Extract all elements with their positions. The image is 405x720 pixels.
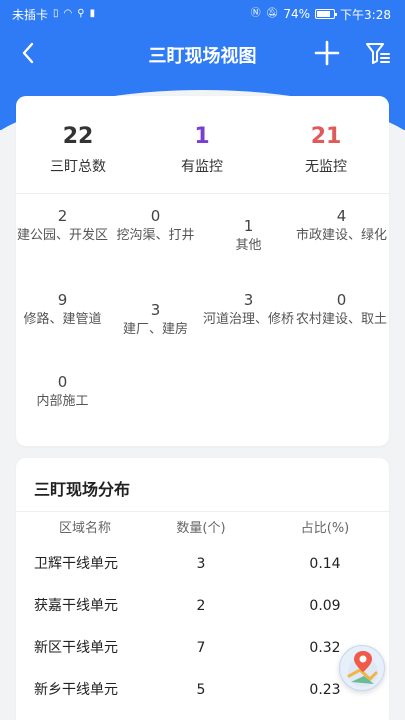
map-location-icon[interactable] [339,645,385,691]
cell-region: 卫辉干线单元 [34,556,118,572]
category-item[interactable]: 9 修路、建管道 [16,290,109,329]
divider [16,511,389,512]
summary-stats: 22 三盯总数 1 有监控 21 无监控 [16,96,389,194]
category-name: 挖沟渠、打井 [116,228,195,243]
cell-region: 获嘉干线单元 [34,598,118,614]
stat-unmonitored-label: 无监控 [305,159,347,175]
category-item[interactable]: 0 挖沟渠、打井 [109,206,202,245]
category-name: 建厂、建房 [122,322,188,337]
mute-icon: 🔕︎ [265,8,279,19]
category-item[interactable]: 0 内部施工 [16,372,109,411]
stat-unmonitored[interactable]: 21 无监控 [264,124,388,176]
sim-icon: ▯ [53,8,59,19]
category-count: 3 [150,301,161,319]
table-row[interactable]: 新乡干线单元 5 0.23 [16,670,389,710]
category-name: 内部施工 [36,394,89,409]
distribution-card: 三盯现场分布 区域名称 数量(个) 占比(%) 卫辉干线单元 3 0.14 获嘉… [16,458,389,720]
stat-total-value: 22 [62,124,94,149]
stat-monitored-label: 有监控 [181,159,223,175]
category-count: 0 [150,207,161,225]
category-name: 修路、建管道 [23,312,102,327]
filter-icon[interactable] [364,39,392,67]
category-item[interactable]: 3 河道治理、修桥 [202,290,295,329]
cell-ratio: 0.14 [309,556,341,572]
table-row[interactable]: 获嘉干线单元 2 0.09 [16,586,389,626]
cell-count: 2 [196,598,206,614]
category-count: 2 [57,207,68,225]
status-right: Ⓝ 🔕︎ 74% 下午3:28 [251,6,391,23]
category-item[interactable]: 4 市政建设、绿化 [295,206,388,245]
category-count: 1 [243,217,254,235]
stat-monitored[interactable]: 1 有监控 [140,124,264,176]
battery-saver-icon: ▮ [89,8,96,19]
battery-icon [315,9,338,19]
category-name: 建公园、开发区 [16,228,108,243]
category-count: 3 [243,291,254,309]
page-title: 三盯现场视图 [148,46,257,67]
category-count: 9 [57,291,68,309]
stat-monitored-value: 1 [194,124,210,149]
battery-percent: 74% [283,7,311,21]
category-name: 市政建设、绿化 [295,228,387,243]
distribution-title: 三盯现场分布 [34,480,131,499]
cell-region: 新乡干线单元 [34,682,118,698]
category-name: 农村建设、取土 [295,312,387,327]
cell-count: 3 [196,556,206,572]
nfc-icon: Ⓝ [250,8,261,19]
cell-region: 新区干线单元 [34,640,118,656]
stat-unmonitored-value: 21 [310,124,342,149]
table-row[interactable]: 卫辉干线单元 3 0.14 [16,544,389,584]
cell-ratio: 0.09 [309,598,341,614]
summary-card: 22 三盯总数 1 有监控 21 无监控 2 建公园、开发区 0 挖沟渠、打井 … [16,96,389,446]
column-header-region: 区域名称 [58,521,111,536]
category-count: 0 [57,373,68,391]
stat-total-label: 三盯总数 [50,159,106,175]
carrier-text: 未插卡 [12,7,49,22]
category-name: 其他 [235,238,262,253]
category-item[interactable]: 0 农村建设、取土 [295,290,388,329]
plus-icon[interactable] [313,39,341,67]
back-arrow-icon[interactable] [16,40,42,66]
clock: 下午3:28 [340,7,391,22]
status-bar: 未插卡 ▯ ◠ ⚲ ▮ Ⓝ 🔕︎ 74% 下午3:28 [0,0,405,28]
column-header-ratio: 占比(%) [300,521,350,536]
category-item[interactable]: 3 建厂、建房 [109,300,202,339]
category-item[interactable]: 2 建公园、开发区 [16,206,109,245]
nav-bar: 三盯现场视图 [0,28,405,78]
cell-count: 7 [196,640,206,656]
category-item[interactable]: 1 其他 [202,216,295,255]
cell-count: 5 [196,682,206,698]
category-name: 河道治理、修桥 [202,312,294,327]
status-left: 未插卡 ▯ ◠ ⚲ ▮ [12,6,95,23]
category-count: 0 [336,291,347,309]
wifi-icon: ◠ [63,8,73,19]
usb-icon: ⚲ [77,8,85,19]
table-row[interactable]: 新区干线单元 7 0.32 [16,628,389,668]
stat-total[interactable]: 22 三盯总数 [16,124,140,176]
category-count: 4 [336,207,347,225]
column-header-count: 数量(个) [176,521,226,536]
